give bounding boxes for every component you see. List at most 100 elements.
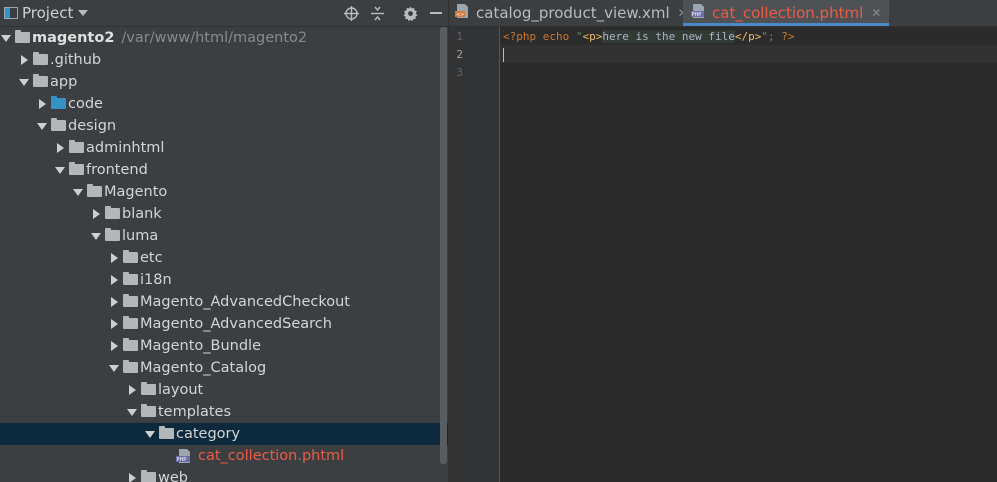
view-dropdown-chevron-icon[interactable] <box>76 0 90 26</box>
tree-item[interactable]: web <box>0 467 440 482</box>
tree-item[interactable]: design <box>0 115 440 137</box>
tab-catalog-product-view-xml[interactable]: <> catalog_product_view.xml ✕ <box>455 0 688 26</box>
line-number: 1 <box>456 30 463 43</box>
xml-file-icon: <> <box>455 3 470 23</box>
settings-gear-icon[interactable] <box>400 0 420 26</box>
folder-icon <box>123 316 138 329</box>
tree-item-name: design <box>68 118 117 134</box>
svg-text:<>: <> <box>456 12 464 18</box>
expand-arrow-right-icon[interactable] <box>36 93 48 115</box>
project-path: /var/www/html/magento2 <box>121 30 308 46</box>
tree-item-name: code <box>68 96 103 112</box>
code-line[interactable]: <?php echo "<p>here is the new file</p>"… <box>503 28 794 46</box>
tree-item-label: adminhtml <box>86 137 164 159</box>
editor-tab-bar: <> catalog_product_view.xml ✕ PHP cat_co… <box>449 0 997 27</box>
tree-item-label: app <box>50 71 77 93</box>
expand-arrow-down-icon[interactable] <box>90 225 102 247</box>
expand-arrow-down-icon[interactable] <box>126 401 138 423</box>
expand-arrow-right-icon[interactable] <box>18 49 30 71</box>
tree-item[interactable]: app <box>0 71 440 93</box>
expand-arrow-down-icon[interactable] <box>108 357 120 379</box>
tree-item[interactable]: Magento_AdvancedCheckout <box>0 291 440 313</box>
tab-label: cat_collection.phtml <box>712 4 864 22</box>
html-tag: </p> <box>734 30 762 43</box>
php-file-icon: PHP <box>691 3 706 23</box>
folder-icon <box>123 294 138 307</box>
php-file-icon: PHP <box>176 448 192 464</box>
tree-item[interactable]: Magento_Bundle <box>0 335 440 357</box>
tab-label: catalog_product_view.xml <box>476 4 670 22</box>
project-view-icon[interactable] <box>3 0 19 26</box>
close-tab-icon[interactable]: ✕ <box>871 6 881 20</box>
tree-item[interactable]: etc <box>0 247 440 269</box>
tree-scrollbar[interactable] <box>440 27 447 464</box>
expand-arrow-down-icon[interactable] <box>54 159 66 181</box>
tree-item-name: cat_collection.phtml <box>198 448 345 464</box>
tree-item-label: frontend <box>86 159 148 181</box>
tree-item[interactable]: category <box>0 423 448 445</box>
tree-item[interactable]: Magento_Catalog <box>0 357 440 379</box>
tree-item[interactable]: code <box>0 93 440 115</box>
line-number-gutter: 1 2 3 <box>449 27 500 482</box>
tree-item[interactable]: blank <box>0 203 440 225</box>
php-open-tag: <?php <box>503 30 537 43</box>
string-quote: "; <box>761 30 775 43</box>
collapse-all-icon[interactable] <box>367 0 387 26</box>
tab-cat-collection-phtml[interactable]: PHP cat_collection.phtml ✕ <box>683 0 890 26</box>
folder-icon <box>33 74 48 87</box>
tree-item[interactable]: frontend <box>0 159 440 181</box>
tree-item-label: luma <box>122 225 158 247</box>
tree-item[interactable]: templates <box>0 401 440 423</box>
expand-arrow-down-icon[interactable] <box>0 27 12 49</box>
project-panel-title[interactable]: Project <box>22 0 73 26</box>
tree-item-name: Magento_AdvancedCheckout <box>140 294 350 310</box>
tree-item-label: code <box>68 93 103 115</box>
code-line[interactable] <box>503 46 504 64</box>
expand-arrow-right-icon[interactable] <box>54 137 66 159</box>
project-panel-header: Project <box>0 0 448 27</box>
tree-item[interactable]: .github <box>0 49 440 71</box>
tree-item-name: templates <box>158 404 232 420</box>
tree-item-name: blank <box>122 206 162 222</box>
tree-item-name: etc <box>140 250 163 266</box>
svg-text:PHP: PHP <box>177 457 187 463</box>
tree-item[interactable]: luma <box>0 225 440 247</box>
folder-icon <box>141 404 156 417</box>
expand-arrow-down-icon[interactable] <box>144 423 156 445</box>
tree-item[interactable]: magento2/var/www/html/magento2 <box>0 27 440 49</box>
tree-item[interactable]: Magento_AdvancedSearch <box>0 313 440 335</box>
expand-arrow-right-icon[interactable] <box>90 203 102 225</box>
tree-item[interactable]: adminhtml <box>0 137 440 159</box>
expand-arrow-right-icon[interactable] <box>108 291 120 313</box>
tree-item-name: web <box>158 470 188 482</box>
tree-item-label: Magento_AdvancedCheckout <box>140 291 350 313</box>
expand-arrow-down-icon[interactable] <box>36 115 48 137</box>
tree-item[interactable]: PHP cat_collection.phtml <box>0 445 440 467</box>
tree-item-label: Magento <box>104 181 167 203</box>
expand-arrow-right-icon[interactable] <box>126 379 138 401</box>
folder-icon <box>141 382 156 395</box>
expand-arrow-right-icon[interactable] <box>108 247 120 269</box>
tree-item[interactable]: layout <box>0 379 440 401</box>
tree-item-label: cat_collection.phtml <box>198 445 344 467</box>
tree-item[interactable]: i18n <box>0 269 440 291</box>
code-editor[interactable]: <?php echo "<p>here is the new file</p>"… <box>500 27 997 482</box>
folder-icon <box>69 140 84 153</box>
expand-arrow-right-icon[interactable] <box>108 269 120 291</box>
expand-arrow-down-icon[interactable] <box>72 181 84 203</box>
expand-arrow-down-icon[interactable] <box>18 71 30 93</box>
locate-icon[interactable] <box>341 0 361 26</box>
folder-icon <box>15 30 30 43</box>
expand-arrow-right-icon[interactable] <box>108 313 120 335</box>
tree-item-name: Magento_Catalog <box>140 360 267 376</box>
folder-icon <box>51 118 66 131</box>
expand-arrow-right-icon[interactable] <box>108 335 120 357</box>
folder-icon <box>159 426 174 439</box>
hide-panel-icon[interactable] <box>426 0 446 26</box>
line-number: 2 <box>456 48 463 61</box>
tree-item[interactable]: Magento <box>0 181 440 203</box>
text-caret <box>503 48 504 62</box>
tree-item-name: Magento <box>104 184 168 200</box>
expand-arrow-right-icon[interactable] <box>126 467 138 482</box>
tree-item-label: templates <box>158 401 231 423</box>
